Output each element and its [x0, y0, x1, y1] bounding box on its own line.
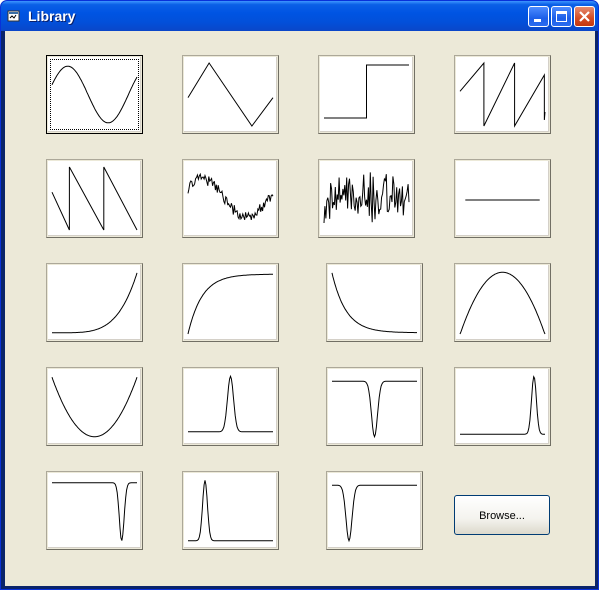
waveform-preview — [320, 161, 413, 236]
waveform-preview — [184, 473, 277, 548]
square-curve-icon — [324, 64, 409, 119]
title-bar[interactable]: Library — [1, 1, 598, 31]
waveform-thumb-gaussian-peak-right[interactable] — [454, 367, 551, 446]
waveform-preview — [320, 57, 413, 132]
waveform-line — [188, 480, 273, 542]
waveform-thumb-reverse-sawtooth[interactable] — [46, 159, 143, 238]
waveform-preview — [456, 369, 549, 444]
waveform-preview — [328, 369, 421, 444]
maximize-button[interactable] — [551, 6, 572, 27]
waveform-thumb-sine[interactable] — [46, 55, 143, 134]
waveform-preview — [456, 57, 549, 132]
gaussian-peak-curve-icon — [188, 374, 273, 433]
waveform-line — [324, 64, 409, 119]
random-noise-curve-icon — [323, 172, 410, 224]
waveform-line — [52, 272, 138, 334]
waveform-preview — [184, 57, 277, 132]
waveform-preview — [48, 473, 141, 548]
minimize-button[interactable] — [528, 6, 549, 27]
waveform-line — [459, 61, 546, 128]
waveform-preview — [184, 265, 277, 340]
waveform-line — [331, 272, 417, 334]
waveform-preview — [48, 57, 141, 132]
waveform-line — [187, 62, 274, 127]
gaussian-dip-right-curve-icon — [52, 482, 137, 541]
maximize-icon — [556, 11, 567, 22]
exponential-saturation-curve-icon — [187, 273, 273, 335]
window-title: Library — [28, 8, 76, 24]
waveform-line — [332, 380, 417, 439]
waveform-line — [51, 377, 138, 438]
waveform-line — [459, 271, 546, 335]
minimize-icon — [534, 19, 541, 22]
waveform-line — [52, 482, 137, 541]
close-icon — [579, 11, 590, 22]
waveform-preview — [328, 265, 421, 340]
waveform-thumb-gaussian-dip-right[interactable] — [46, 471, 143, 550]
constant-curve-icon — [465, 199, 540, 201]
waveform-thumb-exponential-rise[interactable] — [46, 263, 143, 342]
gaussian-peak-left-curve-icon — [188, 480, 273, 542]
inverted-parabola-curve-icon — [459, 271, 546, 335]
waveform-thumb-gaussian-peak-left[interactable] — [182, 471, 279, 550]
waveform-preview — [48, 369, 141, 444]
exponential-rise-curve-icon — [52, 272, 138, 334]
waveform-thumb-gaussian-peak[interactable] — [182, 367, 279, 446]
waveform-thumb-noisy-sine[interactable] — [182, 159, 279, 238]
waveform-preview — [456, 161, 549, 236]
waveform-line — [51, 65, 138, 124]
sawtooth-curve-icon — [459, 61, 546, 128]
close-button[interactable] — [574, 6, 595, 27]
parabola-curve-icon — [51, 377, 138, 438]
waveform-line — [460, 375, 545, 435]
gaussian-peak-right-curve-icon — [460, 375, 545, 435]
waveform-preview — [456, 265, 549, 340]
library-window: Library Browse... — [0, 0, 599, 590]
waveform-line — [188, 374, 273, 433]
app-icon — [7, 9, 21, 23]
sine-curve-icon — [51, 65, 138, 124]
waveform-thumb-gaussian-dip[interactable] — [326, 367, 423, 446]
waveform-preview — [184, 161, 277, 236]
waveform-thumb-parabola[interactable] — [46, 367, 143, 446]
waveform-line — [332, 484, 417, 543]
waveform-thumb-sawtooth[interactable] — [454, 55, 551, 134]
waveform-line — [187, 172, 274, 221]
gaussian-dip-left-curve-icon — [332, 484, 417, 543]
waveform-thumb-square[interactable] — [318, 55, 415, 134]
waveform-thumb-exponential-saturation[interactable] — [182, 263, 279, 342]
waveform-preview — [48, 265, 141, 340]
gaussian-dip-curve-icon — [332, 380, 417, 439]
noisy-sine-curve-icon — [187, 172, 274, 221]
waveform-line — [187, 273, 273, 335]
waveform-thumb-gaussian-dip-left[interactable] — [326, 471, 423, 550]
reverse-sawtooth-curve-icon — [51, 166, 138, 231]
waveform-preview — [328, 473, 421, 548]
waveform-line — [51, 166, 138, 231]
library-panel: Browse... — [5, 31, 595, 586]
waveform-thumb-inverted-parabola[interactable] — [454, 263, 551, 342]
waveform-thumb-triangle[interactable] — [182, 55, 279, 134]
waveform-line — [323, 172, 410, 224]
waveform-thumb-constant[interactable] — [454, 159, 551, 238]
browse-button[interactable]: Browse... — [454, 495, 550, 535]
waveform-preview — [48, 161, 141, 236]
waveform-preview — [184, 369, 277, 444]
waveform-thumb-exponential-decay[interactable] — [326, 263, 423, 342]
triangle-curve-icon — [187, 62, 274, 127]
exponential-decay-curve-icon — [331, 272, 417, 334]
waveform-thumb-random-noise[interactable] — [318, 159, 415, 238]
